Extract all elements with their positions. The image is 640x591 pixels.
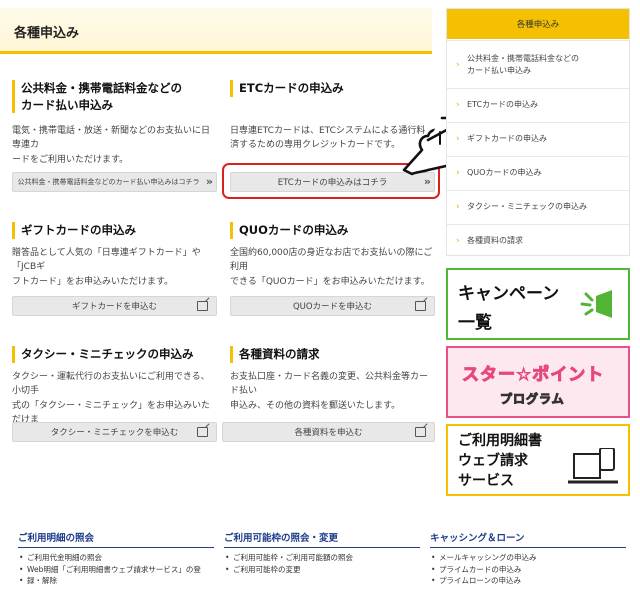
sidebar-item-taxi[interactable]: › タクシー・ミニチェックの申込み — [447, 190, 629, 224]
sidebar-item-utility[interactable]: › 公共料金・携帯電話料金などの カード払い申込み — [447, 40, 629, 88]
card-description: 日専連ETCカードは、ETCシステムによる通行料 済するための専用クレジットカー… — [230, 126, 426, 151]
campaign-banner[interactable]: キャンペーン 一覧 — [446, 268, 630, 340]
edit-icon — [415, 301, 426, 311]
footer-link[interactable]: プライムカードの申込み — [430, 564, 630, 576]
utility-payment-button[interactable]: 公共料金・携帯電話料金などのカード払い申込みはコチラ » — [12, 172, 217, 192]
card-description: 全国約60,000店の身近なお店でお支払いの際にご利用 できる「QUOカード」を… — [230, 248, 433, 287]
sidebar-item-etc[interactable]: › ETCカードの申込み — [447, 88, 629, 122]
edit-icon — [415, 427, 426, 437]
footer-link[interactable]: プライムローンの申込み — [430, 575, 630, 587]
side-menu: 各種申込み › 公共料金・携帯電話料金などの カード払い申込み › ETCカード… — [446, 8, 630, 256]
footer-heading[interactable]: キャッシング＆ローン — [430, 530, 626, 548]
card-title: 公共料金・携帯電話料金などの カード払い申込み — [12, 80, 182, 114]
card-title: ギフトカードの申込み — [12, 222, 136, 239]
web-statement-banner[interactable]: ご利用明細書 ウェブ請求 サービス — [446, 424, 630, 496]
footer-link[interactable]: 録・解除 — [18, 575, 218, 587]
card-title: 各種資料の請求 — [230, 346, 320, 363]
footer-link[interactable]: ご利用可能枠・ご利用可能額の照会 — [224, 552, 424, 564]
gift-apply-button[interactable]: ギフトカードを申込む — [12, 296, 217, 316]
footer-link[interactable]: ご利用可能枠の変更 — [224, 564, 424, 576]
footer-col-cashing: キャッシング＆ローン メールキャッシングの申込み プライムカードの申込み プライ… — [430, 530, 630, 587]
megaphone-icon — [580, 290, 612, 318]
card-description: 贈答品として人気の「日専連ギフトカード」や「JCBギ フトカード」をお申込みいた… — [12, 248, 201, 287]
card-description: お支払口座・カード名義の変更、公共料金等カード払い 申込み、その他の資料を郵送い… — [230, 372, 429, 411]
card-quo: QUOカードの申込み 全国約60,000店の身近なお店でお支払いの際にご利用 で… — [230, 222, 435, 322]
card-description: 電気・携帯電話・放送・新聞などのお支払いに日専連カ ードをご利用いただけます。 — [12, 126, 211, 165]
footer-link[interactable]: メールキャッシングの申込み — [430, 552, 630, 564]
card-title: タクシー・ミニチェックの申込み — [12, 346, 194, 363]
quo-apply-button[interactable]: QUOカードを申込む — [230, 296, 435, 316]
chevron-right-icon: › — [456, 202, 460, 212]
page-title: 各種申込み — [14, 26, 80, 41]
chevron-right-icon: › — [456, 168, 460, 178]
footer-col-limit: ご利用可能枠の照会・変更 ご利用可能枠・ご利用可能額の照会 ご利用可能枠の変更 — [224, 530, 424, 575]
star-point-banner[interactable]: スター☆ポイント プログラム — [446, 346, 630, 418]
laptop-icon — [568, 448, 618, 484]
chevron-right-icon: › — [456, 100, 460, 110]
sidebar-item-quo[interactable]: › QUOカードの申込み — [447, 156, 629, 190]
footer-col-statement: ご利用明細の照会 ご利用代金明細の照会 Web明細「ご利用明細書ウェブ請求サービ… — [18, 530, 218, 587]
footer-links: ご利用明細の照会 ご利用代金明細の照会 Web明細「ご利用明細書ウェブ請求サービ… — [0, 530, 640, 591]
page-header: 各種申込み — [0, 8, 432, 54]
edit-icon — [197, 427, 208, 437]
card-documents: 各種資料の請求 お支払口座・カード名義の変更、公共料金等カード払い 申込み、その… — [222, 346, 435, 446]
double-chevron-icon: » — [205, 175, 213, 188]
card-title: QUOカードの申込み — [230, 222, 348, 239]
taxi-apply-button[interactable]: タクシー・ミニチェックを申込む — [12, 422, 217, 442]
footer-link[interactable]: Web明細「ご利用明細書ウェブ請求サービス」の登 — [18, 564, 218, 576]
sidebar-item-documents[interactable]: › 各種資料の請求 — [447, 224, 629, 256]
sidebar-item-gift[interactable]: › ギフトカードの申込み — [447, 122, 629, 156]
footer-link[interactable]: ご利用代金明細の照会 — [18, 552, 218, 564]
side-menu-title: 各種申込み — [447, 9, 629, 39]
chevron-right-icon: › — [456, 236, 460, 246]
chevron-right-icon: › — [456, 60, 460, 70]
footer-heading[interactable]: ご利用可能枠の照会・変更 — [224, 530, 420, 548]
footer-heading[interactable]: ご利用明細の照会 — [18, 530, 214, 548]
documents-apply-button[interactable]: 各種資料を申込む — [222, 422, 435, 442]
card-gift: ギフトカードの申込み 贈答品として人気の「日専連ギフトカード」や「JCBギ フト… — [12, 222, 217, 322]
card-taxi: タクシー・ミニチェックの申込み タクシー・運転代行のお支払いにご利用できる、小切… — [12, 346, 217, 446]
card-utility-payment: 公共料金・携帯電話料金などの カード払い申込み 電気・携帯電話・放送・新聞などの… — [12, 80, 217, 192]
chevron-right-icon: › — [456, 134, 460, 144]
edit-icon — [197, 301, 208, 311]
card-title: ETCカードの申込み — [230, 80, 344, 97]
